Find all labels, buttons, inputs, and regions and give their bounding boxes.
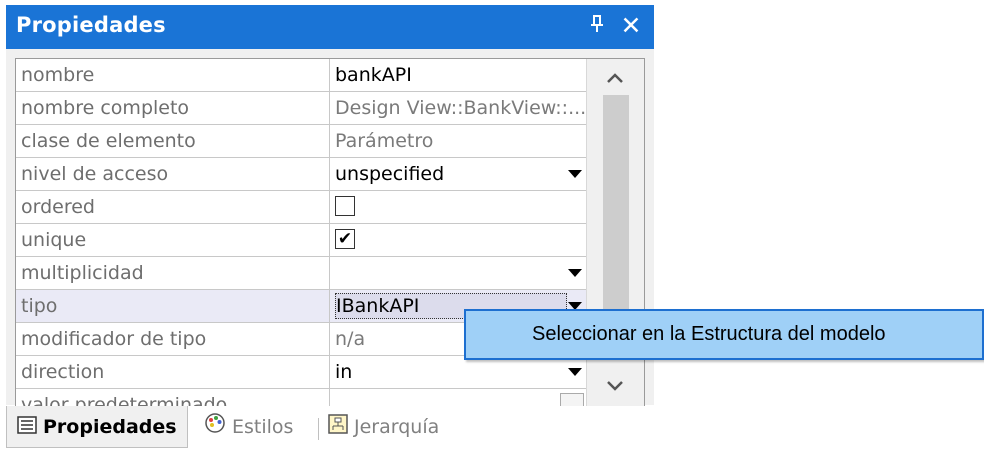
property-name: unique — [16, 224, 330, 256]
tab-estilos[interactable]: Estilos — [204, 406, 293, 448]
ordered-checkbox[interactable] — [335, 196, 355, 216]
dropdown-arrow-icon[interactable] — [568, 368, 582, 376]
property-row-nombre-completo[interactable]: nombre completo Design View::BankView::.… — [16, 92, 586, 125]
default-value-field[interactable]: ... — [330, 389, 586, 407]
property-value: ✔ — [330, 224, 586, 256]
property-name: modificador de tipo — [16, 323, 330, 355]
property-row-direction[interactable]: direction in — [16, 356, 586, 389]
tab-separator — [318, 418, 319, 440]
property-row-multiplicidad[interactable]: multiplicidad — [16, 257, 586, 290]
multiplicity-dropdown[interactable] — [330, 257, 586, 289]
property-value — [330, 191, 586, 223]
property-name: ordered — [16, 191, 330, 223]
property-row-valor-predeterminado[interactable]: valor predeterminado ... — [16, 389, 586, 407]
unique-checkbox[interactable]: ✔ — [335, 229, 355, 249]
property-row-nivel-de-acceso[interactable]: nivel de acceso unspecified — [16, 158, 586, 191]
ellipsis-button[interactable]: ... — [560, 393, 584, 407]
property-row-nombre[interactable]: nombre bankAPI — [16, 59, 586, 92]
panel-title-bar[interactable]: Propiedades ✕ — [6, 5, 654, 49]
dropdown-arrow-icon[interactable] — [568, 170, 582, 178]
property-name: clase de elemento — [16, 125, 330, 157]
palette-icon — [204, 407, 226, 449]
tab-label: Propiedades — [43, 416, 177, 438]
scroll-down-icon[interactable] — [597, 372, 633, 398]
panel-title: Propiedades — [16, 13, 166, 37]
property-name: nombre — [16, 59, 330, 91]
property-name: nivel de acceso — [16, 158, 330, 190]
property-name: multiplicidad — [16, 257, 330, 289]
pin-icon[interactable] — [586, 14, 608, 38]
context-menu: Seleccionar en la Estructura del modelo — [464, 309, 984, 360]
property-row-ordered[interactable]: ordered — [16, 191, 586, 224]
properties-panel: Propiedades ✕ nombre bankAPI nombre comp… — [0, 0, 660, 456]
property-value-input[interactable]: bankAPI — [330, 59, 586, 91]
scroll-up-icon[interactable] — [597, 64, 633, 90]
property-name: direction — [16, 356, 330, 388]
property-name: nombre completo — [16, 92, 330, 124]
property-value: Parámetro — [335, 130, 434, 152]
property-name: tipo — [16, 290, 330, 322]
direction-dropdown[interactable]: in — [330, 356, 586, 388]
hierarchy-icon — [328, 407, 348, 449]
dropdown-arrow-icon[interactable] — [568, 269, 582, 277]
tab-label: Jerarquía — [354, 416, 440, 438]
menu-item-select-in-model-tree[interactable]: Seleccionar en la Estructura del modelo — [466, 311, 982, 358]
tab-propiedades[interactable]: Propiedades — [6, 406, 188, 448]
close-icon[interactable]: ✕ — [617, 11, 645, 41]
property-row-clase-de-elemento[interactable]: clase de elemento Parámetro — [16, 125, 586, 158]
property-name: valor predeterminado — [16, 389, 330, 407]
properties-list-icon — [17, 407, 37, 449]
tab-label: Estilos — [232, 416, 294, 438]
scroll-thumb[interactable] — [603, 95, 629, 333]
tab-jerarquia[interactable]: Jerarquía — [328, 406, 439, 448]
property-value: Design View::BankView::... — [335, 97, 586, 119]
panel-tabs: Propiedades Estilos Jerarquía — [6, 406, 654, 456]
access-level-dropdown[interactable]: unspecified — [330, 158, 586, 190]
property-row-unique[interactable]: unique ✔ — [16, 224, 586, 257]
